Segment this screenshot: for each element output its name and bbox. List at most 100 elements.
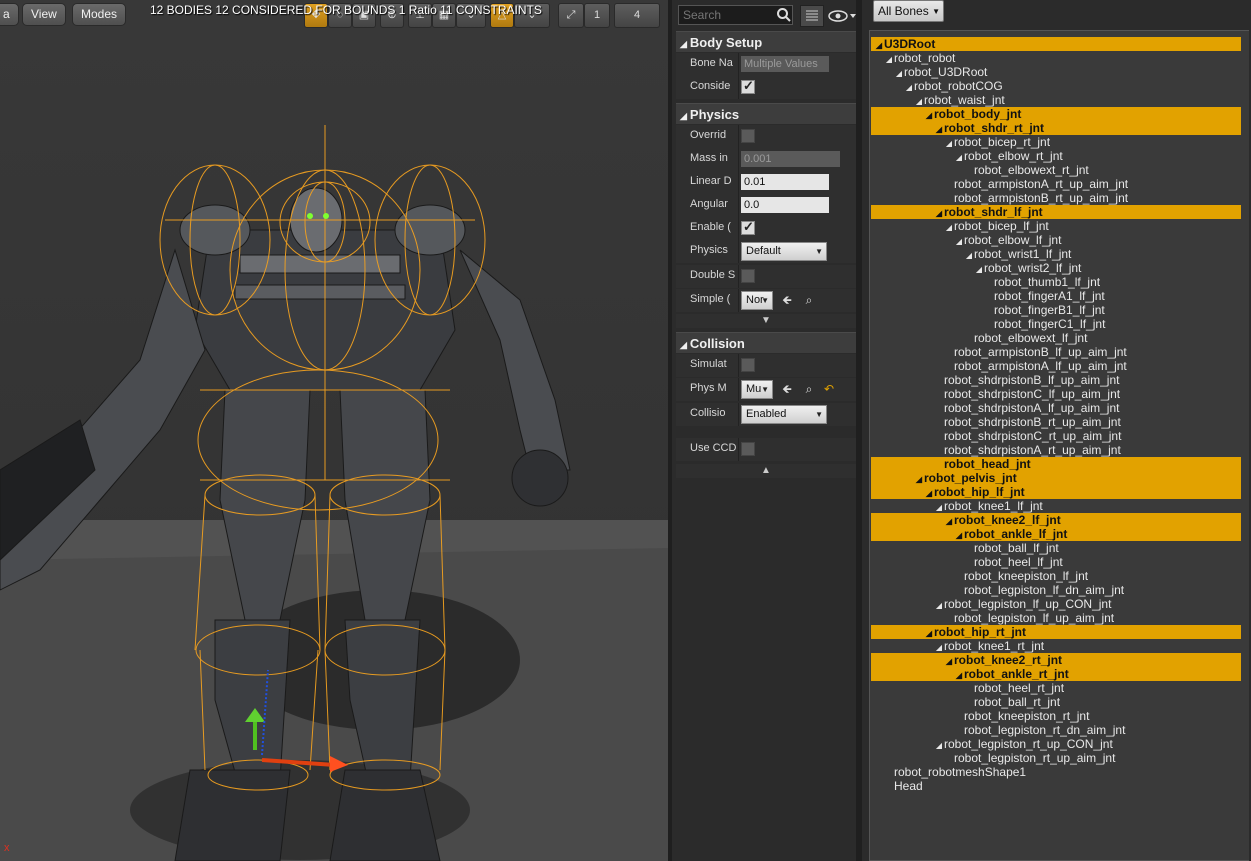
use-selected-arrow-icon[interactable]: 🡸	[780, 382, 794, 396]
bone-tree-item[interactable]: robot_legpiston_lf_dn_aim_jnt	[954, 583, 1124, 597]
expand-triangle-icon[interactable]: ◢	[954, 235, 964, 249]
bone-tree-item[interactable]: ◢ robot_pelvis_jnt	[871, 471, 1241, 485]
modes-button[interactable]: Modes	[72, 3, 127, 26]
bone-tree-item[interactable]: ◢ robot_knee2_rt_jnt	[871, 653, 1241, 667]
bones-filter-dropdown[interactable]: All Bones	[873, 0, 944, 22]
bone-tree-item[interactable]: ◢ robot_knee1_rt_jnt	[934, 639, 1044, 653]
view-button[interactable]: View	[22, 3, 66, 26]
scale-snap-icon[interactable]: ⤢	[558, 3, 584, 28]
expand-triangle-icon[interactable]: ◢	[934, 599, 944, 613]
simple-collision-dropdown[interactable]: Nor	[741, 291, 773, 310]
bone-tree-item[interactable]: ◢ robot_U3DRoot	[894, 65, 987, 79]
expand-triangle-icon[interactable]: ◢	[924, 627, 934, 641]
bone-tree-item[interactable]: robot_armpistonA_rt_up_aim_jnt	[944, 177, 1128, 191]
expand-triangle-icon[interactable]: ◢	[974, 263, 984, 277]
consider-for-bounds-checkbox[interactable]	[741, 78, 755, 94]
bone-tree-item[interactable]: robot_armpistonA_lf_up_aim_jnt	[944, 359, 1127, 373]
scale-snap-value[interactable]: 1	[584, 3, 610, 28]
bone-tree-item[interactable]: ◢ U3DRoot	[871, 37, 1241, 51]
bone-tree-item[interactable]: ◢ robot_waist_jnt	[914, 93, 1005, 107]
expand-triangle-icon[interactable]: ◢	[934, 207, 944, 221]
simulated-checkbox[interactable]	[741, 358, 755, 372]
search-icon[interactable]	[776, 7, 792, 23]
bone-tree-item[interactable]: robot_armpistonB_lf_up_aim_jnt	[944, 345, 1127, 359]
bone-tree-item[interactable]: robot_kneepiston_rt_jnt	[954, 709, 1089, 723]
bone-tree-item[interactable]: robot_elbowext_rt_jnt	[964, 163, 1089, 177]
use-ccd-checkbox[interactable]	[741, 442, 755, 456]
expand-triangle-icon[interactable]: ◢	[954, 529, 964, 543]
bone-tree-item[interactable]: robot_armpistonB_rt_up_aim_jnt	[944, 191, 1128, 205]
bone-tree-item[interactable]: robot_legpiston_rt_dn_aim_jnt	[954, 723, 1125, 737]
bone-tree-item[interactable]: ◢ robot_shdr_rt_jnt	[871, 121, 1241, 135]
expand-triangle-icon[interactable]: ◢	[884, 53, 894, 67]
bone-tree-item[interactable]: ◢ robot_robotCOG	[904, 79, 1003, 93]
bone-tree-item[interactable]: ◢ robot_legpiston_lf_up_CON_jnt	[934, 597, 1112, 613]
use-selected-arrow-icon[interactable]: 🡸	[780, 293, 794, 307]
bone-tree-item[interactable]: robot_ball_rt_jnt	[964, 695, 1060, 709]
bone-tree-item[interactable]: ◢ robot_body_jnt	[871, 107, 1241, 121]
bone-tree-item[interactable]: ◢ robot_hip_rt_jnt	[871, 625, 1241, 639]
bone-tree-item[interactable]: ◢ robot_ankle_lf_jnt	[871, 527, 1241, 541]
bone-tree-item[interactable]: robot_robotmeshShape1	[884, 765, 1026, 779]
bone-tree-item[interactable]: robot_shdrpistonA_rt_up_aim_jnt	[934, 443, 1121, 457]
bone-tree-item[interactable]: ◢ robot_hip_lf_jnt	[871, 485, 1241, 499]
collision-advanced-collapser[interactable]: ▲	[676, 464, 856, 478]
expand-triangle-icon[interactable]: ◢	[874, 39, 884, 53]
double-sided-checkbox[interactable]	[741, 269, 755, 283]
physics-category[interactable]: ◢ Physics	[676, 103, 856, 124]
expand-triangle-icon[interactable]: ◢	[934, 123, 944, 137]
bone-tree-item[interactable]: robot_thumb1_lf_jnt	[984, 275, 1100, 289]
bone-tree-item[interactable]: ◢ robot_robot	[884, 51, 955, 65]
bone-tree-item[interactable]: robot_elbowext_lf_jnt	[964, 331, 1087, 345]
viewport-options-button[interactable]: a	[0, 3, 19, 26]
bone-tree-item[interactable]: ◢ robot_bicep_lf_jnt	[944, 219, 1049, 233]
property-matrix-icon[interactable]	[800, 5, 824, 27]
override-checkbox[interactable]	[741, 129, 755, 143]
bone-tree-item[interactable]: robot_heel_rt_jnt	[964, 681, 1064, 695]
bone-tree-item[interactable]: robot_shdrpistonA_lf_up_aim_jnt	[934, 401, 1119, 415]
collision-category[interactable]: ◢ Collision	[676, 332, 856, 353]
bone-tree-item[interactable]: robot_shdrpistonB_lf_up_aim_jnt	[934, 373, 1119, 387]
bone-tree-item[interactable]: ◢ robot_knee2_lf_jnt	[871, 513, 1241, 527]
bone-tree-item[interactable]: robot_fingerC1_lf_jnt	[984, 317, 1105, 331]
bone-tree-item[interactable]: robot_fingerB1_lf_jnt	[984, 303, 1105, 317]
physics-advanced-expander[interactable]: ▼	[676, 314, 856, 328]
browse-search-icon[interactable]: ⌕	[802, 382, 816, 396]
bone-tree-item[interactable]: ◢ robot_ankle_rt_jnt	[871, 667, 1241, 681]
angular-damping-field[interactable]: 0.0	[741, 197, 829, 213]
expand-triangle-icon[interactable]: ◢	[924, 487, 934, 501]
expand-triangle-icon[interactable]: ◢	[944, 221, 954, 235]
bone-tree-item[interactable]: ◢ robot_wrist1_lf_jnt	[964, 247, 1071, 261]
body-setup-category[interactable]: ◢ Body Setup	[676, 31, 856, 52]
bone-tree-item[interactable]: ◢ robot_bicep_rt_jnt	[944, 135, 1050, 149]
expand-triangle-icon[interactable]: ◢	[964, 249, 974, 263]
bone-tree-item[interactable]: robot_ball_lf_jnt	[964, 541, 1059, 555]
camera-speed-button[interactable]: 4	[614, 3, 660, 28]
bone-tree-item[interactable]: robot_heel_lf_jnt	[964, 555, 1063, 569]
bone-tree-item[interactable]: Head	[884, 779, 923, 793]
bone-tree-item[interactable]: ◢ robot_wrist2_lf_jnt	[974, 261, 1081, 275]
bone-tree[interactable]: ◢ U3DRoot ◢ robot_robot ◢ robot_U3DRoot ◢ robot…	[869, 30, 1249, 861]
expand-triangle-icon[interactable]: ◢	[894, 67, 904, 81]
enable-gravity-checkbox[interactable]	[741, 219, 755, 235]
bone-tree-item[interactable]: robot_legpiston_lf_up_aim_jnt	[944, 611, 1114, 625]
bone-tree-item[interactable]: ◢ robot_knee1_lf_jnt	[934, 499, 1043, 513]
visibility-eye-icon[interactable]	[828, 8, 858, 24]
phys-material-dropdown[interactable]: Mu	[741, 380, 773, 399]
expand-triangle-icon[interactable]: ◢	[904, 81, 914, 95]
bone-tree-item[interactable]: robot_shdrpistonB_rt_up_aim_jnt	[934, 415, 1121, 429]
bone-tree-item[interactable]: robot_kneepiston_lf_jnt	[954, 569, 1088, 583]
expand-triangle-icon[interactable]: ◢	[944, 137, 954, 151]
bone-tree-item[interactable]: robot_fingerA1_lf_jnt	[984, 289, 1105, 303]
bone-tree-item[interactable]: robot_shdrpistonC_lf_up_aim_jnt	[934, 387, 1120, 401]
expand-triangle-icon[interactable]: ◢	[934, 739, 944, 753]
bone-tree-item[interactable]: robot_head_jnt	[871, 457, 1241, 471]
viewport-3d[interactable]: a View Modes ✥ ◌ ▣ ⊕ ⊥ ▦ ⌄ △ ⌄ ⤢ 1 4 12 …	[0, 0, 668, 861]
bone-tree-item[interactable]: ◢ robot_elbow_lf_jnt	[954, 233, 1061, 247]
expand-triangle-icon[interactable]: ◢	[954, 151, 964, 165]
reset-to-default-icon[interactable]: ↶	[822, 382, 836, 396]
physics-type-dropdown[interactable]: Default	[741, 242, 827, 261]
bone-tree-item[interactable]: ◢ robot_shdr_lf_jnt	[871, 205, 1241, 219]
bone-tree-item[interactable]: ◢ robot_legpiston_rt_up_CON_jnt	[934, 737, 1113, 751]
linear-damping-field[interactable]: 0.01	[741, 174, 829, 190]
